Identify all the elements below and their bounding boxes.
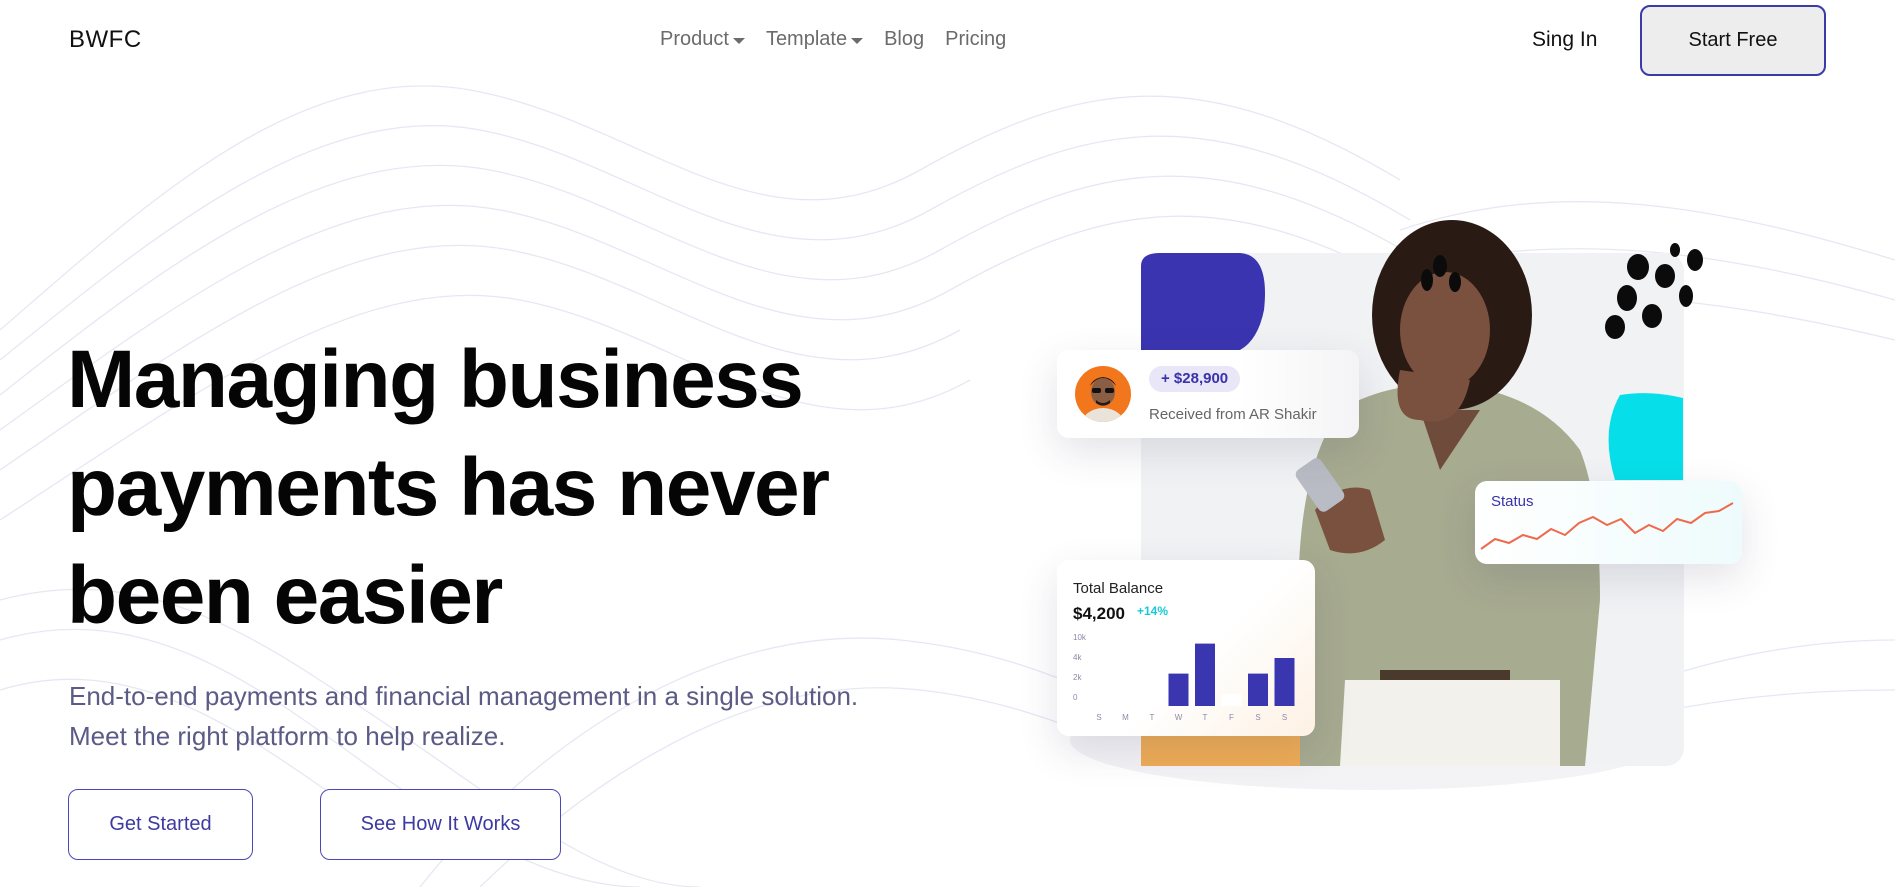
x-tick-label: T	[1203, 713, 1208, 722]
chart-bar	[1168, 673, 1189, 706]
chart-bar	[1115, 688, 1136, 706]
get-started-button[interactable]: Get Started	[68, 789, 253, 860]
subtext-line-2: Meet the right platform to help realize.	[69, 721, 506, 751]
nav-blog-label: Blog	[884, 28, 925, 50]
payment-received-card: + $28,900 Received from AR Shakir	[1057, 350, 1359, 438]
nav-product-dropdown[interactable]: Product	[660, 28, 745, 51]
payment-amount-badge: + $28,900	[1149, 366, 1241, 392]
x-tick-label: S	[1096, 713, 1101, 722]
y-tick-label: 2k	[1073, 673, 1082, 682]
nav-pricing-link[interactable]: Pricing	[945, 28, 1006, 51]
x-tick-label: W	[1175, 713, 1183, 722]
headline-line-3: been easier	[67, 550, 503, 641]
nav-product-label: Product	[660, 28, 729, 50]
hero-subtext: End-to-end payments and financial manage…	[69, 676, 969, 756]
cyan-blob-shape	[1608, 393, 1683, 480]
caret-down-icon	[732, 37, 745, 44]
headline-line-1: Managing business	[67, 334, 804, 425]
nav-template-dropdown[interactable]: Template	[765, 28, 864, 51]
hero-illustration: + $28,900 Received from AR Shakir Status…	[1040, 180, 1760, 800]
brand-logo[interactable]: BWFC	[69, 26, 142, 54]
start-free-button[interactable]: Start Free	[1640, 5, 1826, 76]
balance-bar-chart: 10k 4k 2k 0 S M T W T F S S	[1073, 633, 1295, 722]
top-navbar: BWFC Product Template Blog Pricing Sing …	[0, 0, 1895, 82]
nav-template-label: Template	[765, 28, 848, 50]
y-tick-label: 4k	[1073, 653, 1082, 662]
nav-blog-link[interactable]: Blog	[884, 28, 924, 51]
status-line	[1480, 502, 1734, 550]
blue-blob-shape	[1141, 253, 1265, 350]
status-card: Status	[1475, 481, 1742, 564]
total-balance-card: Total Balance $4,200 +14% 10k 4k 2k 0 S M T W T F…	[1057, 560, 1315, 736]
x-tick-label: T	[1150, 713, 1155, 722]
chart-bar	[1221, 694, 1242, 706]
chart-bar	[1274, 658, 1295, 706]
avatar	[1075, 366, 1131, 422]
chart-bar	[1089, 694, 1109, 706]
sign-in-link[interactable]: Sing In	[1532, 28, 1597, 52]
main-menu: Product Template Blog Pricing	[660, 28, 1006, 51]
subtext-line-1: End-to-end payments and financial manage…	[69, 681, 859, 711]
see-how-it-works-button[interactable]: See How It Works	[320, 789, 561, 860]
x-tick-label: S	[1255, 713, 1260, 722]
y-tick-label: 10k	[1073, 633, 1087, 642]
chart-bar	[1195, 643, 1215, 706]
y-tick-label: 0	[1073, 693, 1078, 702]
caret-down-icon	[851, 37, 864, 44]
headline-line-2: payments has never	[67, 442, 830, 533]
chart-bar	[1248, 673, 1268, 706]
nav-pricing-label: Pricing	[945, 28, 1007, 50]
status-sparkline	[1480, 502, 1734, 550]
payment-sender-label: Received from AR Shakir	[1149, 406, 1317, 423]
chart-bar	[1142, 660, 1162, 706]
x-tick-label: M	[1122, 713, 1129, 722]
x-tick-label: F	[1229, 713, 1234, 722]
x-tick-label: S	[1282, 713, 1287, 722]
hero-headline: Managing business payments has never bee…	[67, 326, 947, 650]
